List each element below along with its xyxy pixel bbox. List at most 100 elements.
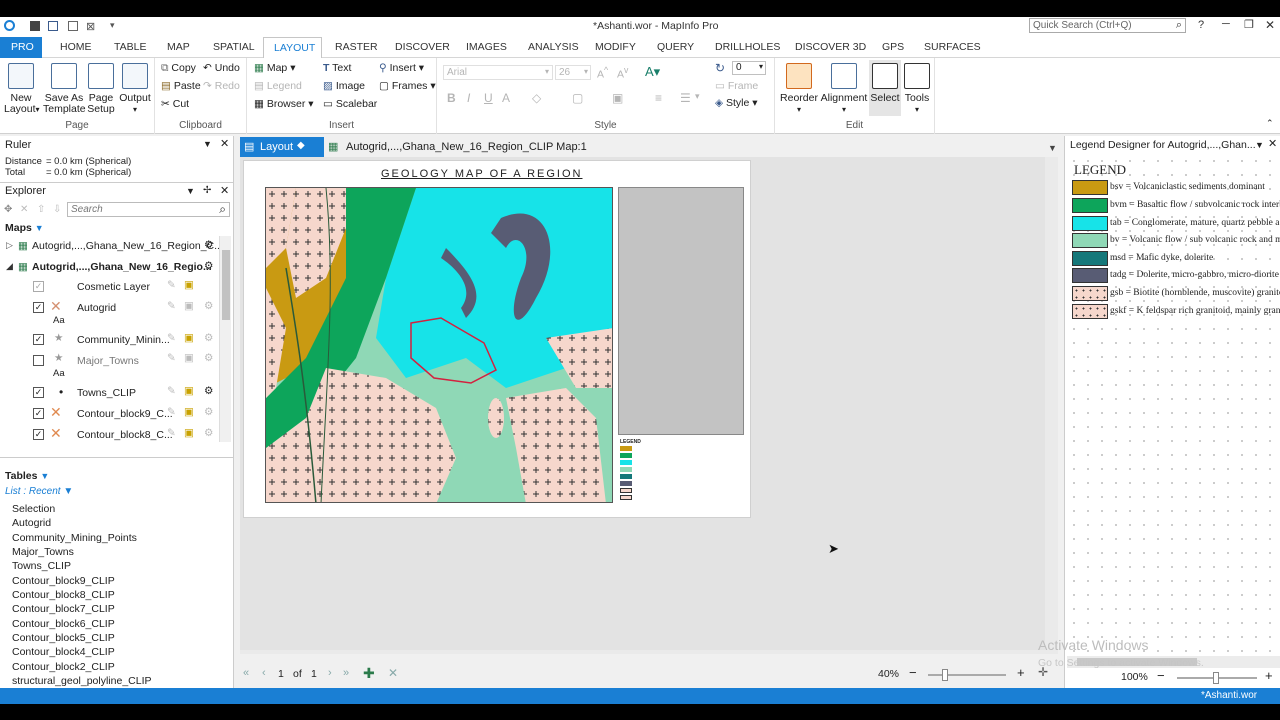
grid-icon[interactable] <box>30 21 40 31</box>
zoom-in-icon[interactable]: + <box>1265 668 1273 683</box>
legend-item[interactable]: bvm = Basaltic flow / subvolcanic rock i… <box>1072 198 1280 214</box>
layer-checkbox-towns-clip[interactable]: ✓ <box>33 387 44 398</box>
insert-image-button[interactable]: ▨ Image <box>323 80 365 92</box>
table-item[interactable]: Contour_block6_CLIP <box>12 618 115 630</box>
minimize-button[interactable]: ─ <box>1222 18 1230 30</box>
table-item[interactable]: Contour_block7_CLIP <box>12 603 115 615</box>
shadow-icon[interactable]: ▣ <box>612 91 623 105</box>
collapse-ribbon-icon[interactable]: ⌃ <box>1266 118 1274 129</box>
pin-icon[interactable]: ◆ <box>297 140 305 151</box>
rotate-icon[interactable]: ↻ <box>715 61 725 75</box>
maps-header[interactable]: Maps ▼ <box>5 222 44 234</box>
insert-scalebar-button[interactable]: ▭ Scalebar <box>323 98 377 110</box>
map-item-1[interactable]: Autogrid,...,Ghana_New_16_Region_C... <box>32 240 223 252</box>
map-title[interactable]: GEOLOGY MAP OF A REGION <box>381 168 582 180</box>
layer-checkbox-community[interactable]: ✓ <box>33 334 44 345</box>
tools-button[interactable]: Tools ▾ <box>902 63 932 115</box>
underline-icon[interactable]: U <box>484 91 493 105</box>
map-settings-icon[interactable]: ⚙ <box>204 260 213 272</box>
insert-legend-button[interactable]: ▤ Legend <box>254 80 302 92</box>
table-item[interactable]: Community_Mining_Points <box>12 532 137 544</box>
page-setup-button[interactable]: Page Setup <box>86 63 116 115</box>
strikethrough-icon[interactable]: A <box>502 91 510 105</box>
layer-checkbox-cosmetic[interactable]: ✓ <box>33 281 44 292</box>
expand-icon[interactable]: ▷ <box>6 240 13 251</box>
tab-query[interactable]: QUERY <box>657 41 694 53</box>
map-frame[interactable] <box>265 187 613 503</box>
list-recent-dropdown[interactable]: List : Recent ▼ <box>5 486 73 497</box>
layer-checkbox-major-towns[interactable] <box>33 355 44 366</box>
select-button[interactable]: Select <box>869 60 901 116</box>
collapse-icon[interactable]: ◢ <box>6 261 13 272</box>
edit-pencil-icon[interactable]: ✎ <box>167 352 176 364</box>
mini-legend[interactable]: LEGEND <box>618 439 748 503</box>
tab-raster[interactable]: RASTER <box>335 41 378 53</box>
search-icon[interactable]: ⌕ <box>219 202 226 217</box>
italic-icon[interactable]: I <box>467 91 470 105</box>
selectable-icon[interactable]: ▣ <box>184 406 194 418</box>
layer-cosmetic[interactable]: Cosmetic Layer <box>77 281 150 293</box>
tab-pro[interactable]: PRO <box>0 37 42 58</box>
search-icon[interactable]: ⌕ <box>1176 19 1182 32</box>
legend-item[interactable]: tab = Conglomerate, mature, quartz pebbl… <box>1072 216 1280 232</box>
line-spacing-dropdown-icon[interactable]: ▾ <box>695 91 700 102</box>
legend-item[interactable]: gskf = K feldspar rich granitoid, mainly… <box>1072 304 1280 320</box>
layout-page[interactable]: GEOLOGY MAP OF A REGION LEGEND <box>243 160 751 518</box>
zoom-out-icon[interactable]: − <box>1157 668 1165 683</box>
edit-pencil-icon[interactable]: ✎ <box>167 385 176 397</box>
zoom-slider-thumb[interactable] <box>942 669 948 681</box>
tab-gps[interactable]: GPS <box>882 41 904 53</box>
tab-images[interactable]: IMAGES <box>466 41 507 53</box>
font-select[interactable]: Arial ▾ <box>443 65 553 80</box>
edit-pencil-icon[interactable]: ✎ <box>167 332 176 344</box>
close-table-icon[interactable]: ⊠ <box>86 20 95 33</box>
layer-autogrid[interactable]: Autogrid <box>77 302 116 314</box>
explorer-pin-icon[interactable]: ✢ <box>203 185 211 196</box>
cut-button[interactable]: ✂ Cut <box>161 98 189 110</box>
close-button[interactable]: ✕ <box>1265 18 1275 32</box>
legend-item[interactable]: bv = Volcanic flow / sub volcanic rock a… <box>1072 233 1280 249</box>
help-icon[interactable]: ? <box>1198 19 1204 31</box>
map-settings-icon[interactable]: ⚙ <box>204 239 213 251</box>
tab-drillholes[interactable]: DRILLHOLES <box>715 41 780 53</box>
tab-map-window[interactable]: Autogrid,...,Ghana_New_16_Region_CLIP Ma… <box>346 141 587 153</box>
paste-button[interactable]: ▤ Paste <box>161 80 201 92</box>
delete-page-icon[interactable]: ✕ <box>388 666 398 680</box>
new-layout-button[interactable]: New Layout▾ <box>4 63 40 115</box>
table-item[interactable]: Towns_CLIP <box>12 560 71 572</box>
insert-text-button[interactable]: T Text <box>323 62 351 74</box>
edit-pencil-icon[interactable]: ✎ <box>167 427 176 439</box>
reorder-button[interactable]: Reorder ▾ <box>780 63 818 115</box>
tab-discover[interactable]: DISCOVER <box>395 41 450 53</box>
line-style-icon[interactable]: ▢ <box>572 91 583 105</box>
layers-scrollbar[interactable] <box>219 236 231 442</box>
selectable-icon[interactable]: ▣ <box>184 427 194 439</box>
selectable-icon[interactable]: ▣ <box>184 385 194 397</box>
prev-page-icon[interactable]: ‹ <box>262 667 266 679</box>
layer-checkbox-autogrid[interactable]: ✓ <box>33 302 44 313</box>
table-item[interactable]: Autogrid <box>12 517 51 529</box>
tab-map[interactable]: MAP <box>167 41 190 53</box>
last-page-icon[interactable]: » <box>343 667 349 679</box>
next-page-icon[interactable]: › <box>328 667 332 679</box>
canvas-vertical-scrollbar[interactable] <box>1045 157 1058 654</box>
tab-layout[interactable]: LAYOUT <box>263 37 322 59</box>
bold-icon[interactable]: B <box>447 91 456 105</box>
tables-header[interactable]: Tables ▼ <box>5 470 49 482</box>
table-item[interactable]: Contour_block2_CLIP <box>12 661 115 673</box>
tab-home[interactable]: HOME <box>60 41 92 53</box>
map-item-2[interactable]: Autogrid,...,Ghana_New_16_Regio... <box>32 261 212 273</box>
edit-pencil-icon[interactable]: ✎ <box>167 279 176 291</box>
current-page[interactable]: 1 <box>278 668 284 680</box>
tab-discover-3d[interactable]: DISCOVER 3D <box>795 41 866 53</box>
zoom-out-icon[interactable]: − <box>909 665 917 680</box>
legend-item[interactable]: gsb = Biotite (hornblende, muscovite) gr… <box>1072 286 1280 302</box>
layer-towns-clip[interactable]: Towns_CLIP <box>77 387 136 399</box>
zoom-slider[interactable] <box>928 669 1006 681</box>
undo-button[interactable]: ↶ Undo <box>203 62 240 74</box>
insert-dropdown-button[interactable]: ⚲ Insert ▾ <box>379 62 424 74</box>
zoom-slider-thumb[interactable] <box>1213 672 1219 684</box>
save-icon[interactable] <box>48 21 58 31</box>
insert-map-button[interactable]: ▦ Map ▾ <box>254 62 295 74</box>
layer-contour-block8[interactable]: Contour_block8_C... <box>77 429 173 441</box>
